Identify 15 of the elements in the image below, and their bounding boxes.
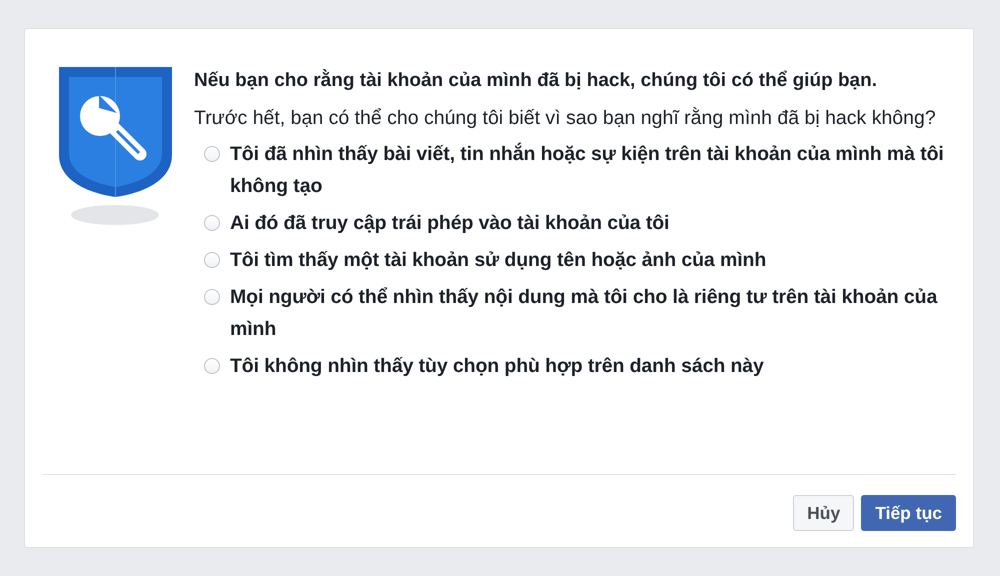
radio-button[interactable] — [204, 215, 220, 231]
continue-button[interactable]: Tiếp tục — [861, 495, 956, 531]
shield-wrench-icon — [59, 65, 174, 225]
option-label[interactable]: Tôi đã nhìn thấy bài viết, tin nhắn hoặc sự kiện trên tài khoản của mình mà tôi không tạo — [230, 138, 956, 202]
radio-button[interactable] — [204, 358, 220, 374]
question-text: Trước hết, bạn có thể cho chúng tôi biết vì sao bạn nghĩ rằng mình đã bị hack không? — [194, 106, 937, 131]
option-label[interactable]: Tôi không nhìn thấy tùy chọn phù hợp trên danh sách này — [230, 350, 764, 382]
radio-button[interactable] — [204, 289, 220, 305]
cancel-button[interactable]: Hủy — [793, 495, 854, 531]
option-label[interactable]: Ai đó đã truy cập trái phép vào tài khoản của tôi — [230, 207, 670, 239]
option-label[interactable]: Tôi tìm thấy một tài khoản sử dụng tên hoặc ảnh của mình — [230, 244, 766, 276]
radio-button[interactable] — [204, 146, 220, 162]
dialog-title: Nếu bạn cho rằng tài khoản của mình đã bị hack, chúng tôi có thể giúp bạn. — [194, 68, 878, 93]
option-label[interactable]: Mọi người có thể nhìn thấy nội dung mà tôi cho là riêng tư trên tài khoản của mình — [230, 281, 956, 345]
radio-button[interactable] — [204, 252, 220, 268]
